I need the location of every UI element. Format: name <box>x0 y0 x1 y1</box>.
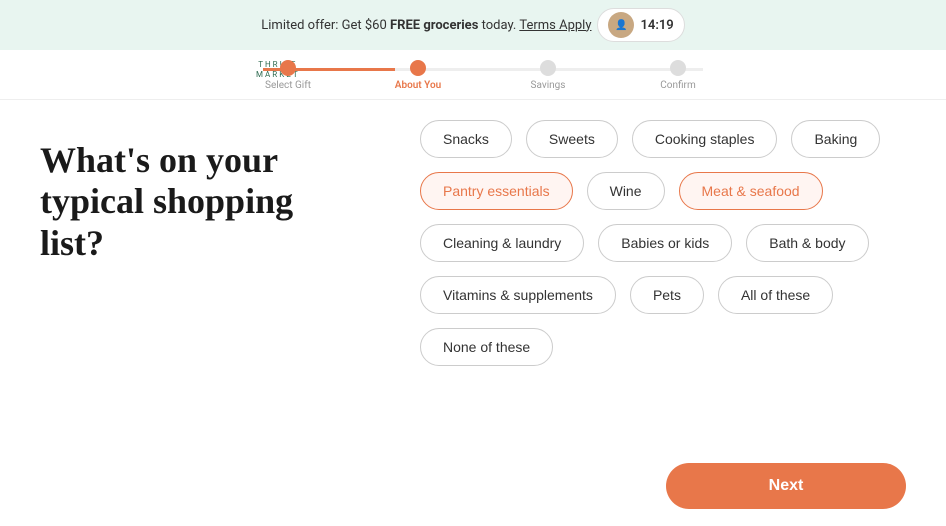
option-cleaning-laundry[interactable]: Cleaning & laundry <box>420 224 584 262</box>
step-label-2: About You <box>395 80 441 91</box>
options-row-4: Vitamins & supplements Pets All of these <box>420 276 916 314</box>
next-button[interactable]: Next <box>666 463 906 509</box>
option-none-of-these[interactable]: None of these <box>420 328 553 366</box>
option-snacks[interactable]: Snacks <box>420 120 512 158</box>
option-pantry-essentials[interactable]: Pantry essentials <box>420 172 573 210</box>
terms-link[interactable]: Terms Apply <box>519 18 591 33</box>
option-vitamins-supplements[interactable]: Vitamins & supplements <box>420 276 616 314</box>
option-meat-seafood[interactable]: Meat & seafood <box>679 172 823 210</box>
option-all-of-these[interactable]: All of these <box>718 276 833 314</box>
option-cooking-staples[interactable]: Cooking staples <box>632 120 778 158</box>
options-row-2: Pantry essentials Wine Meat & seafood <box>420 172 916 210</box>
step-select-gift: Select Gift <box>223 60 353 91</box>
step-label-4: Confirm <box>660 80 695 91</box>
step-dot-3 <box>540 60 556 76</box>
progress-area: THRIVE MARKET Select Gift About You Savi… <box>0 50 946 100</box>
step-dot-1 <box>280 60 296 76</box>
progress-steps: Select Gift About You Savings Confirm <box>223 60 743 91</box>
option-pets[interactable]: Pets <box>630 276 704 314</box>
option-sweets[interactable]: Sweets <box>526 120 618 158</box>
step-about-you: About You <box>353 60 483 91</box>
options-row-5: None of these <box>420 328 916 366</box>
step-label-1: Select Gift <box>265 80 311 91</box>
bottom-bar: Next <box>0 456 946 516</box>
step-confirm: Confirm <box>613 60 743 91</box>
option-wine[interactable]: Wine <box>587 172 665 210</box>
step-savings: Savings <box>483 60 613 91</box>
options-row-1: Snacks Sweets Cooking staples Baking <box>420 120 916 158</box>
banner-text: Limited offer: Get $60 FREE groceries to… <box>261 18 591 33</box>
option-babies-kids[interactable]: Babies or kids <box>598 224 732 262</box>
timer-value: 14:19 <box>640 18 673 33</box>
step-dot-4 <box>670 60 686 76</box>
top-banner: Limited offer: Get $60 FREE groceries to… <box>0 0 946 50</box>
options-row-3: Cleaning & laundry Babies or kids Bath &… <box>420 224 916 262</box>
page-title: What's on your typical shopping list? <box>40 140 350 264</box>
options-grid: Snacks Sweets Cooking staples Baking Pan… <box>420 120 916 366</box>
option-bath-body[interactable]: Bath & body <box>746 224 868 262</box>
step-label-3: Savings <box>531 80 566 91</box>
option-baking[interactable]: Baking <box>791 120 880 158</box>
step-dot-2 <box>410 60 426 76</box>
timer-badge: 👤 14:19 <box>597 8 684 42</box>
timer-avatar: 👤 <box>608 12 634 38</box>
